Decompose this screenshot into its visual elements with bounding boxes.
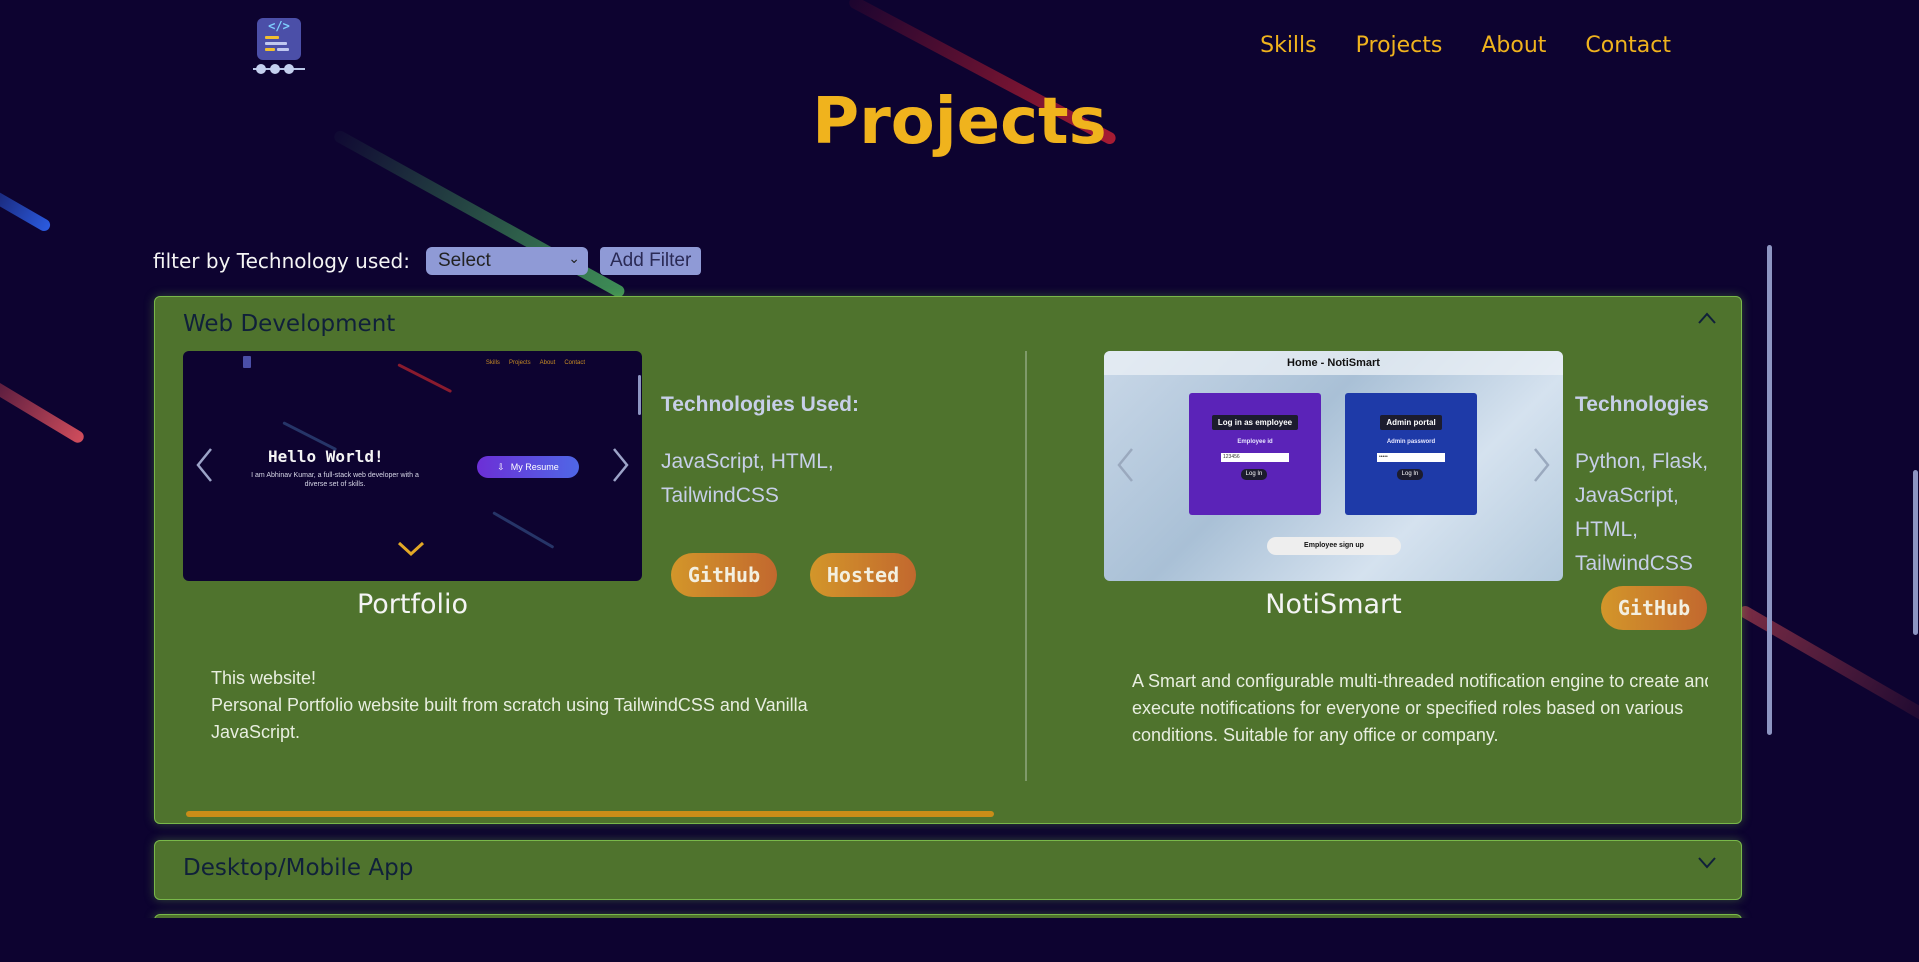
tech-list: Python, Flask, JavaScript, HTML, Tailwin…: [1575, 450, 1709, 575]
preview-employee-card: Log in as employee Employee id 123456 Lo…: [1189, 393, 1321, 515]
site-logo[interactable]: </>: [251, 18, 307, 76]
carousel-next-arrow[interactable]: [1531, 447, 1551, 483]
accordion-web-development: Web Development Skills Projects About Co…: [154, 296, 1742, 824]
preview-signup-button: Employee sign up: [1267, 537, 1401, 555]
preview-login-button: Log In: [1241, 469, 1267, 480]
project-preview-image: Skills Projects About Contact Hello Worl…: [183, 351, 642, 581]
hosted-button[interactable]: Hosted: [810, 553, 916, 597]
description-line: This website!: [211, 668, 317, 688]
code-icon: [243, 356, 251, 368]
decorative-streak: [0, 182, 53, 234]
preview-card-label: Admin password: [1386, 439, 1436, 445]
preview-card-input: •••••: [1377, 453, 1445, 462]
preview-card-title: Log in as employee: [1211, 415, 1299, 430]
github-button[interactable]: GitHub: [671, 553, 777, 597]
chevron-down-icon[interactable]: [1697, 855, 1716, 873]
accordion-title[interactable]: Desktop/Mobile App: [183, 855, 413, 881]
carousel-next-arrow[interactable]: [610, 447, 630, 483]
project-name: Portfolio: [356, 589, 469, 620]
filter-label: filter by Technology used:: [153, 249, 410, 273]
project-divider: [1025, 351, 1027, 781]
add-filter-button[interactable]: Add Filter: [600, 247, 702, 275]
project-card: Home - NotiSmart Log in as employee Empl…: [1104, 351, 1804, 801]
nav-skills[interactable]: Skills: [1260, 33, 1317, 58]
preview-resume-button: ⇩ My Resume: [477, 456, 579, 478]
accordion-desktop-mobile: Desktop/Mobile App: [154, 840, 1742, 900]
preview-card-input: 123456: [1221, 453, 1289, 462]
preview-nav-item: Skills: [485, 360, 500, 366]
chevron-down-icon: [396, 539, 426, 562]
preview-resume-label: My Resume: [510, 462, 559, 472]
decorative-streak: [0, 372, 86, 445]
page-title: Projects: [812, 85, 1107, 159]
chevron-up-icon[interactable]: [1697, 311, 1716, 329]
github-button[interactable]: GitHub: [1601, 586, 1707, 630]
download-icon: ⇩: [497, 461, 505, 472]
nav-contact[interactable]: Contact: [1585, 33, 1671, 58]
project-name: NotiSmart: [1265, 589, 1402, 620]
technology-select[interactable]: Select ⌄: [426, 247, 588, 275]
chevron-down-icon: ⌄: [568, 250, 580, 266]
main-nav: Skills Projects About Contact: [1260, 33, 1671, 58]
project-card: Skills Projects About Contact Hello Worl…: [183, 351, 1023, 801]
accordion-title[interactable]: Web Development: [183, 311, 395, 337]
code-tag-icon: </>: [268, 19, 290, 33]
preview-nav-item: Projects: [508, 360, 531, 366]
nav-about[interactable]: About: [1481, 33, 1546, 58]
preview-window-title: Home - NotiSmart: [1104, 351, 1563, 375]
nav-projects[interactable]: Projects: [1356, 33, 1443, 58]
tech-heading: Technologies: [1575, 393, 1709, 416]
project-preview-image: Home - NotiSmart Log in as employee Empl…: [1104, 351, 1563, 581]
preview-admin-card: Admin portal Admin password ••••• Log In: [1345, 393, 1477, 515]
tech-heading: Technologies Used:: [661, 393, 859, 416]
project-description: A Smart and configurable multi-threaded …: [1132, 671, 1715, 745]
preview-card-title: Admin portal: [1380, 415, 1442, 430]
preview-heading: Hello World!: [268, 447, 384, 466]
technology-select-value: Select: [438, 250, 491, 271]
preview-nav: Skills Projects About Contact: [486, 360, 585, 366]
page-scrollbar[interactable]: [1913, 470, 1918, 635]
description-line: Personal Portfolio website built from sc…: [211, 695, 808, 742]
project-description: This website! Personal Portfolio website…: [211, 665, 891, 746]
horizontal-scrollbar[interactable]: [186, 811, 994, 817]
tech-list: JavaScript, HTML, TailwindCSS: [661, 450, 834, 507]
filter-row: filter by Technology used: Select ⌄ Add …: [153, 247, 702, 275]
carousel-prev-arrow[interactable]: [195, 447, 215, 483]
preview-nav-item: About: [539, 360, 556, 366]
carousel-prev-arrow[interactable]: [1116, 447, 1136, 483]
preview-login-button: Log In: [1397, 469, 1423, 480]
preview-card-label: Employee id: [1237, 439, 1273, 445]
preview-subtitle: I am Abhinav Kumar, a full-stack web dev…: [251, 472, 419, 488]
preview-nav-item: Contact: [564, 360, 585, 366]
